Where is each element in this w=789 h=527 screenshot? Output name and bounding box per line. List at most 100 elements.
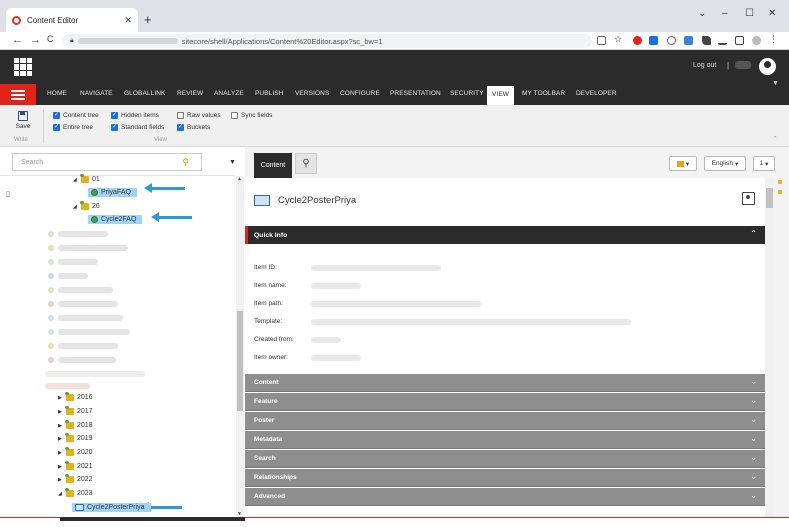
collapsed-triangle-icon[interactable]: ▶ [58, 450, 63, 456]
profile-icon[interactable] [752, 36, 761, 45]
tree-node-26[interactable]: ◢ 26 [73, 201, 100, 210]
ribbon-tab-home[interactable]: HOME [47, 90, 67, 97]
forward-button[interactable]: → [30, 34, 41, 46]
expanded-triangle-icon[interactable]: ◢ [58, 491, 63, 497]
buckets-checkbox[interactable]: Buckets [177, 124, 210, 131]
collapsed-triangle-icon[interactable]: ▶ [58, 423, 63, 429]
tab-content[interactable]: Content [254, 153, 292, 178]
chevron-down-icon[interactable]: ⌄ [750, 377, 757, 386]
tree-horizontal-scrollbar[interactable] [60, 517, 245, 521]
extension-circle-icon[interactable] [667, 36, 676, 45]
ribbon-collapse-icon[interactable]: ⌃ [772, 135, 778, 143]
tab-list-icon[interactable]: ⌄ [698, 8, 706, 19]
section-feature[interactable]: Feature ⌄ [245, 393, 765, 411]
extension-opera-icon[interactable] [633, 36, 642, 45]
extension-flag-icon[interactable] [684, 36, 693, 45]
tree-node-cycle2posterpriya[interactable]: Cycle2PosterPriya [72, 503, 151, 512]
chevron-down-icon[interactable]: ⌄ [750, 472, 757, 481]
ribbon-tab-review[interactable]: REVIEW [177, 90, 203, 97]
chevron-down-icon[interactable]: ⌄ [750, 396, 757, 405]
tree-node-2016[interactable]: ▶ 2016 [58, 392, 93, 401]
ribbon-tab-publish[interactable]: PUBLISH [255, 90, 284, 97]
section-advanced[interactable]: Advanced ⌄ [245, 488, 765, 506]
chevron-up-icon[interactable]: ⌃ [750, 229, 757, 238]
tree-node-cycle2faq[interactable]: Cycle2FAQ [88, 215, 143, 224]
ribbon-tab-globallink[interactable]: GLOBALLINK [124, 90, 165, 97]
content-tree-checkbox[interactable]: Content tree [53, 112, 99, 119]
search-tab-icon[interactable]: ⚲ [295, 153, 317, 174]
save-button[interactable]: Save [12, 111, 34, 130]
logout-link[interactable]: Log out [693, 62, 716, 69]
section-search[interactable]: Search ⌄ [245, 450, 765, 468]
editor-scrollbar[interactable] [765, 178, 774, 517]
language-dropdown[interactable]: English ▾ [704, 156, 746, 171]
validation-marker-icon[interactable] [778, 190, 782, 194]
collapsed-triangle-icon[interactable]: ▶ [58, 409, 63, 415]
section-metadata[interactable]: Metadata ⌄ [245, 431, 765, 449]
expanded-triangle-icon[interactable]: ◢ [73, 177, 78, 183]
sidebar-icon[interactable] [735, 36, 744, 45]
browser-tab[interactable]: Content Editor ✕ [6, 8, 138, 32]
tree-node-priyafaq[interactable]: PriyaFAQ [88, 188, 137, 197]
tree-scrollbar-thumb[interactable] [237, 311, 243, 411]
raw-values-checkbox[interactable]: Raw values [177, 112, 221, 119]
extensions-puzzle-icon[interactable] [702, 36, 711, 45]
back-button[interactable]: ← [12, 34, 23, 46]
chevron-down-icon[interactable]: ⌄ [750, 415, 757, 424]
search-options-caret-icon[interactable]: ▼ [229, 159, 236, 166]
collapsed-triangle-icon[interactable]: ▶ [58, 464, 63, 470]
url-field[interactable]: 🔒︎ sitecore/shell/Applications/Content%2… [62, 34, 592, 48]
tree-search-input[interactable]: Search ⚲ [12, 153, 202, 171]
tree-node-2019[interactable]: ▶ 2019 [58, 433, 93, 442]
chevron-down-icon[interactable]: ⌄ [750, 491, 757, 500]
ribbon-tab-view[interactable]: VIEW [487, 86, 515, 105]
standard-fields-checkbox[interactable]: Standard fields [111, 124, 164, 131]
section-quick-info[interactable]: Quick Info ⌃ [245, 226, 765, 244]
ribbon-tab-versions[interactable]: VERSIONS [295, 90, 329, 97]
entire-tree-checkbox[interactable]: Entire tree [53, 124, 93, 131]
menu-dots-icon[interactable]: ⋮ [769, 34, 778, 44]
gutter-dropdown-button[interactable]: ▾ [669, 156, 697, 171]
close-window-button[interactable]: ✕ [768, 8, 776, 19]
collapsed-triangle-icon[interactable]: ▶ [58, 436, 63, 442]
ribbon-tab-navigate[interactable]: NAVIGATE [80, 90, 113, 97]
hidden-items-checkbox[interactable]: Hidden items [111, 112, 159, 119]
editor-scrollbar-thumb[interactable] [766, 188, 773, 208]
collapsed-triangle-icon[interactable]: ▶ [58, 395, 63, 401]
section-poster[interactable]: Poster ⌄ [245, 412, 765, 430]
tree-node-01[interactable]: ◢ 01 [73, 174, 100, 183]
ribbon-tab-analyze[interactable]: ANALYZE [214, 90, 244, 97]
collapsed-triangle-icon[interactable]: ▶ [58, 477, 63, 483]
chevron-down-icon[interactable]: ⌄ [750, 453, 757, 462]
ribbon-tab-my-toolbar[interactable]: MY TOOLBAR [522, 90, 565, 97]
hamburger-menu-icon[interactable] [0, 84, 36, 105]
chevron-down-icon[interactable]: ⌄ [750, 434, 757, 443]
tree-node-2020[interactable]: ▶ 2020 [58, 447, 93, 456]
user-lock-icon[interactable] [742, 192, 755, 205]
tree-node-2022[interactable]: ▶ 2022 [58, 474, 93, 483]
expanded-triangle-icon[interactable]: ◢ [73, 204, 78, 210]
ribbon-tab-developer[interactable]: DEVELOPER [576, 90, 617, 97]
bookmark-star-icon[interactable]: ☆ [614, 34, 623, 44]
tab-close-icon[interactable]: ✕ [124, 15, 132, 26]
version-dropdown[interactable]: 1 ▾ [753, 156, 775, 171]
ribbon-tab-presentation[interactable]: PRESENTATION [390, 90, 441, 97]
download-icon[interactable] [718, 36, 727, 45]
minimize-button[interactable]: – [722, 8, 728, 19]
user-avatar-icon[interactable] [759, 58, 776, 75]
sitecore-launchpad-icon[interactable] [14, 58, 32, 76]
tree-node-2023[interactable]: ◢ 2023 [58, 488, 93, 497]
reload-button[interactable]: C [47, 34, 54, 44]
tree-node-2018[interactable]: ▶ 2018 [58, 420, 93, 429]
restore-button[interactable]: ☐ [745, 8, 754, 19]
section-relationships[interactable]: Relationships ⌄ [245, 469, 765, 487]
tree-node-2017[interactable]: ▶ 2017 [58, 406, 93, 415]
tree-node-2021[interactable]: ▶ 2021 [58, 461, 93, 470]
search-icon[interactable]: ⚲ [182, 157, 189, 168]
tree-scrollbar[interactable]: ▲ ▼ [236, 176, 244, 517]
ribbon-expand-caret-icon[interactable]: ▼ [772, 80, 779, 87]
sync-fields-checkbox[interactable]: Sync fields [231, 112, 272, 119]
new-tab-button[interactable]: + [144, 12, 152, 27]
section-content[interactable]: Content ⌄ [245, 374, 765, 392]
ribbon-tab-security[interactable]: SECURITY [450, 90, 484, 97]
